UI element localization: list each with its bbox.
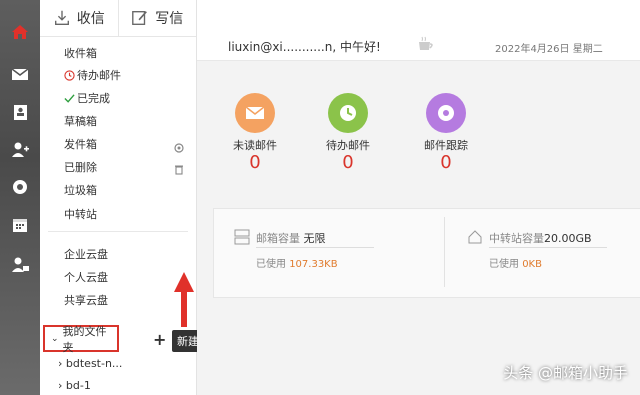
stat-unread[interactable]: 未读邮件 0 <box>220 93 290 173</box>
my-folders-label: 我的文件夹 <box>62 324 107 354</box>
chevron-down-icon: ⌄ <box>51 333 59 344</box>
cloud-home-icon <box>468 230 482 244</box>
clock-icon <box>64 69 75 81</box>
folder-drafts[interactable]: 草稿箱 <box>64 113 97 129</box>
home-icon[interactable] <box>8 20 32 44</box>
folder-deleted[interactable]: 已删除 <box>64 159 97 175</box>
stat-value: 0 <box>440 152 452 173</box>
folder-done-label: 已完成 <box>77 92 110 105</box>
stat-label: 邮件跟踪 <box>424 139 468 152</box>
folder-drafts-label: 草稿箱 <box>64 115 97 128</box>
cloud-enterprise[interactable]: 企业云盘 <box>64 246 108 262</box>
calendar-icon[interactable] <box>8 213 32 237</box>
folder-inbox-label: 收件箱 <box>64 47 97 60</box>
trash-icon[interactable] <box>174 160 184 179</box>
mail-capacity: 邮箱容量 无限 <box>256 230 326 246</box>
cloud-personal[interactable]: 个人云盘 <box>64 269 108 285</box>
mail-used-label: 已使用 <box>256 259 286 270</box>
stat-tracking[interactable]: 邮件跟踪 0 <box>411 93 481 173</box>
main-panel: liuxin@xi...........n, 中午好! 2022年4月26日 星… <box>197 0 640 395</box>
folder-inbox[interactable]: 收件箱 <box>64 45 97 61</box>
edit-icon <box>132 11 148 25</box>
transfer-capacity-label: 中转站容量 <box>489 232 544 245</box>
settings-icon[interactable] <box>8 175 32 199</box>
cloud-shared[interactable]: 共享云盘 <box>64 292 108 308</box>
folder-spam[interactable]: 垃圾箱 <box>64 182 97 198</box>
cloud-personal-label: 个人云盘 <box>64 271 108 284</box>
clock-icon <box>328 93 368 133</box>
subfolder-label: bdtest-n... <box>65 357 123 370</box>
user-lock-icon[interactable] <box>8 253 32 277</box>
folder-sent[interactable]: 发件箱 <box>64 136 97 152</box>
gear-icon[interactable] <box>174 138 184 157</box>
transfer-used-label: 已使用 <box>489 259 519 270</box>
write-button[interactable]: 写信 <box>117 0 197 36</box>
add-folder-button[interactable]: + <box>153 330 166 349</box>
transfer-capacity: 中转站容量20.00GB <box>489 230 592 246</box>
receive-button[interactable]: 收信 <box>40 0 118 36</box>
mail-capacity-value: 无限 <box>303 232 326 245</box>
receive-label: 收信 <box>76 11 105 27</box>
add-user-icon[interactable] <box>8 138 32 162</box>
stat-value: 0 <box>342 152 354 173</box>
my-folders-toggle[interactable]: ⌄ 我的文件夹 <box>43 324 119 354</box>
write-label: 写信 <box>155 11 184 27</box>
subfolder-item[interactable]: › bdtest-n... <box>58 357 122 370</box>
divider <box>48 231 188 232</box>
folder-spam-label: 垃圾箱 <box>64 184 97 197</box>
subfolder-label: bd-1 <box>65 379 91 392</box>
annotation-arrow <box>174 272 194 327</box>
coffee-icon <box>419 36 433 50</box>
folder-deleted-label: 已删除 <box>64 161 97 174</box>
mail-capacity-label: 邮箱容量 <box>256 232 300 245</box>
mail-used: 已使用 107.33KB <box>256 255 338 270</box>
mail-used-value: 107.33KB <box>289 259 338 270</box>
stat-label: 未读邮件 <box>233 139 277 152</box>
stat-value: 0 <box>249 152 261 173</box>
transfer-used-value: 0KB <box>522 259 542 270</box>
capacity-line <box>256 247 374 248</box>
folder-transfer-label: 中转站 <box>64 208 97 221</box>
check-icon <box>64 93 75 103</box>
contacts-icon[interactable] <box>8 100 32 124</box>
greeting: liuxin@xi...........n, 中午好! <box>228 40 381 54</box>
server-icon <box>234 229 250 245</box>
divider <box>444 217 445 287</box>
storage-card: 邮箱容量 无限 已使用 107.33KB 中转站容量20.00GB 已使用 0K… <box>213 208 640 298</box>
icon-bar <box>0 0 40 395</box>
folder-transfer[interactable]: 中转站 <box>64 206 97 222</box>
stat-todo[interactable]: 待办邮件 0 <box>313 93 383 173</box>
target-icon <box>426 93 466 133</box>
mail-icon[interactable] <box>8 62 32 86</box>
folder-todo-label: 待办邮件 <box>77 69 121 82</box>
download-icon <box>54 10 69 25</box>
capacity-line <box>489 247 607 248</box>
folder-sent-label: 发件箱 <box>64 138 97 151</box>
cloud-enterprise-label: 企业云盘 <box>64 248 108 261</box>
cloud-shared-label: 共享云盘 <box>64 294 108 307</box>
watermark: 头条 @邮箱小助手 <box>503 364 628 382</box>
envelope-icon <box>235 93 275 133</box>
transfer-used: 已使用 0KB <box>489 255 542 270</box>
transfer-capacity-value: 20.00GB <box>544 232 592 245</box>
folder-todo[interactable]: 待办邮件 <box>64 67 121 83</box>
stat-label: 待办邮件 <box>326 139 370 152</box>
date: 2022年4月26日 星期二 <box>495 44 603 55</box>
header: liuxin@xi...........n, 中午好! 2022年4月26日 星… <box>197 0 640 61</box>
folder-done[interactable]: 已完成 <box>64 90 110 106</box>
subfolder-item[interactable]: › bd-1 <box>58 379 91 392</box>
